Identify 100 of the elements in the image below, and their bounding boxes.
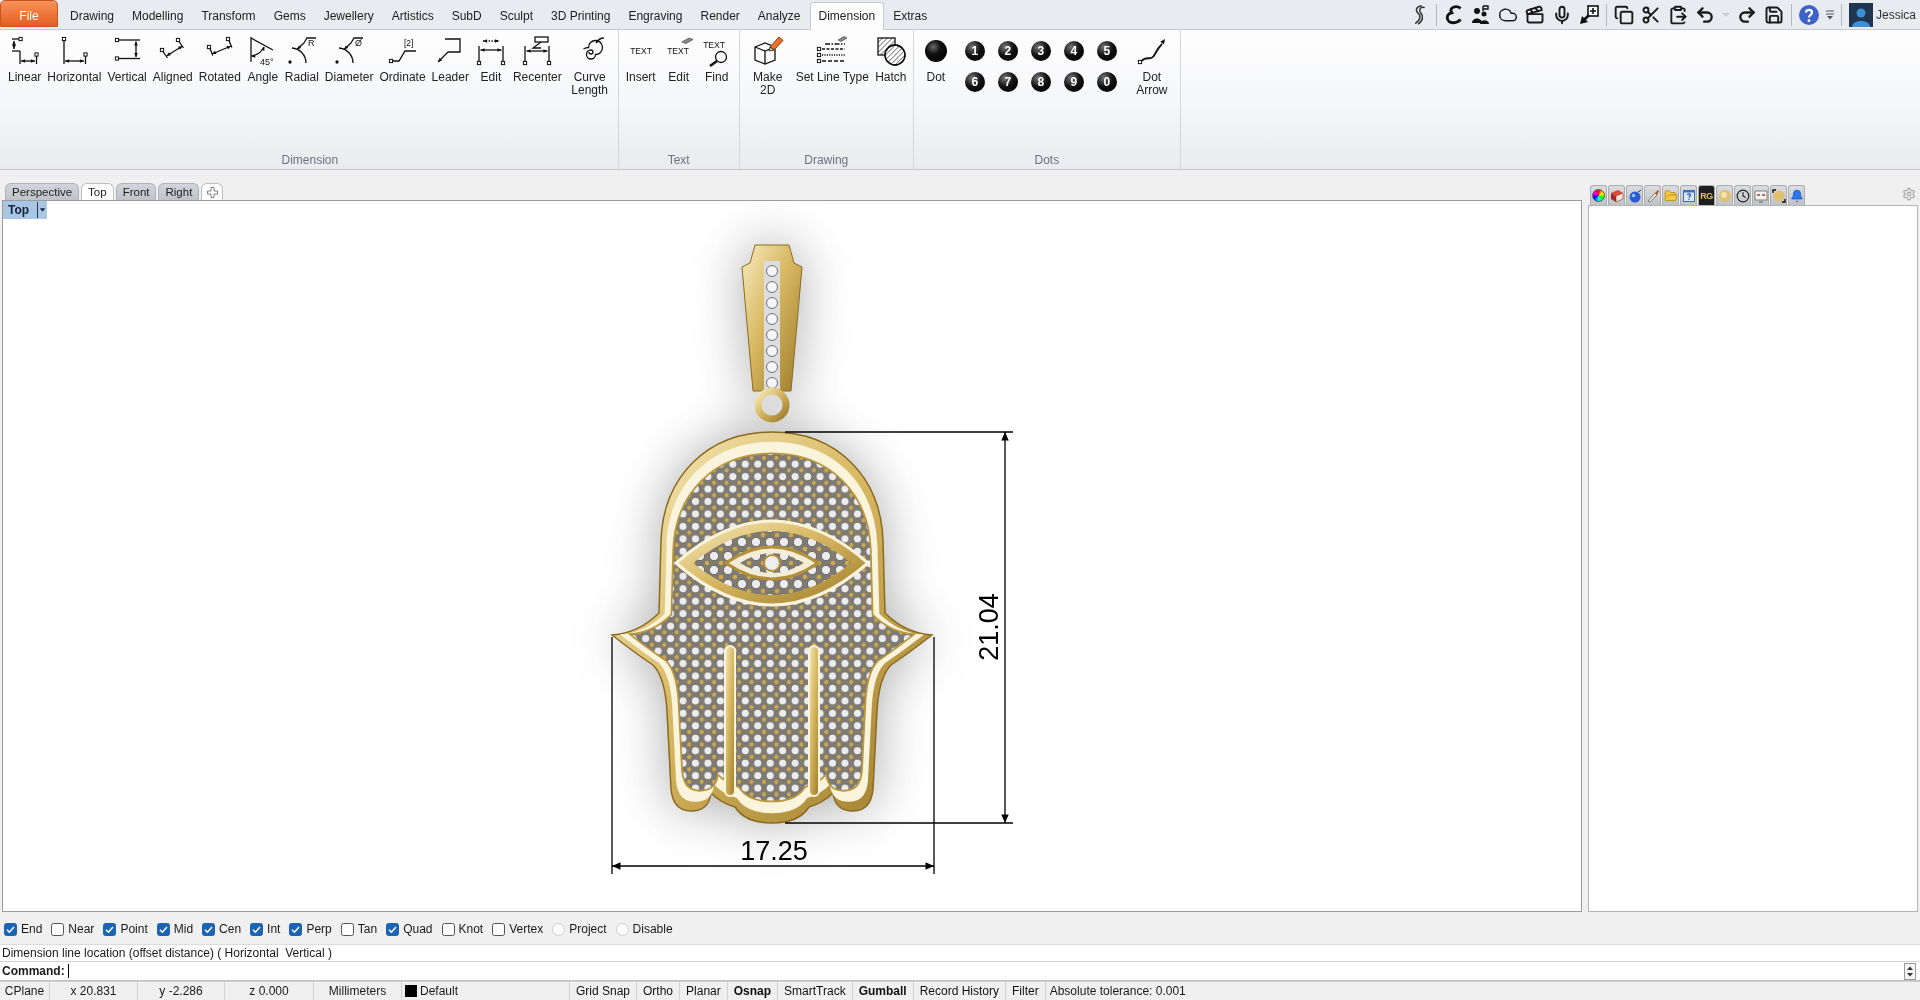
- numbered-dot-button[interactable]: 4: [1063, 41, 1084, 61]
- ribbon-button[interactable]: Leader: [428, 35, 472, 84]
- color-wheel-icon[interactable]: [1590, 185, 1607, 205]
- clapperboard-icon[interactable]: [1525, 4, 1545, 25]
- ribbon-button[interactable]: [2] Ordinate: [376, 35, 429, 84]
- menu-tab[interactable]: Extras: [884, 2, 937, 30]
- osnap-option[interactable]: Tan: [340, 922, 378, 936]
- add-cursor-icon[interactable]: [1579, 4, 1599, 25]
- checkbox[interactable]: [4, 922, 17, 936]
- ribbon-button[interactable]: Hatch: [871, 35, 910, 84]
- bell-icon[interactable]: [1788, 185, 1805, 205]
- status-toggle[interactable]: Osnap: [727, 982, 779, 1000]
- status-toggle[interactable]: Planar: [680, 982, 728, 1000]
- osnap-option[interactable]: Point: [103, 922, 148, 936]
- spin-arrows-icon[interactable]: [1904, 962, 1916, 980]
- numbered-dot-button[interactable]: 7: [997, 72, 1018, 92]
- osnap-option[interactable]: Disable: [615, 922, 673, 936]
- ribbon-button[interactable]: Recenter: [509, 35, 565, 84]
- osnap-option[interactable]: Cen: [202, 922, 242, 936]
- viewport-title-tab[interactable]: Top: [3, 201, 48, 219]
- osnap-option[interactable]: End: [4, 922, 43, 936]
- help-icon[interactable]: [1799, 4, 1819, 25]
- undo-icon[interactable]: [1695, 4, 1715, 25]
- menu-tab[interactable]: Analyze: [748, 2, 810, 30]
- clock-icon[interactable]: [1734, 185, 1751, 205]
- ribbon-button[interactable]: Curve Length: [564, 35, 615, 97]
- ribbon-button[interactable]: TEXT Insert: [621, 35, 660, 84]
- copy-icon[interactable]: [1614, 4, 1634, 25]
- add-viewport-tab[interactable]: [201, 183, 224, 200]
- osnap-option[interactable]: Knot: [441, 922, 484, 936]
- checkbox[interactable]: [103, 922, 117, 936]
- menu-tab[interactable]: Render: [691, 2, 749, 30]
- status-toggle[interactable]: Grid Snap: [570, 982, 638, 1000]
- ribbon-button[interactable]: Dot Arrow: [1126, 35, 1177, 97]
- paste-icon[interactable]: [1668, 4, 1688, 25]
- avatar-icon[interactable]: [1849, 2, 1873, 27]
- ribbon-button[interactable]: Make 2D: [742, 35, 793, 97]
- microphone-icon[interactable]: [1552, 4, 1572, 25]
- viewport-canvas[interactable]: 21.04 17.25 Top: [2, 200, 1582, 912]
- ribbon-button[interactable]: Edit: [471, 35, 510, 84]
- menu-tab[interactable]: Artistics: [382, 2, 443, 30]
- menu-tab[interactable]: Dimension: [809, 2, 885, 30]
- book-icon[interactable]: [1608, 185, 1625, 205]
- ribbon-button[interactable]: TEXT Edit: [659, 35, 698, 84]
- viewport-tab[interactable]: Top: [81, 183, 114, 200]
- ribbon-button[interactable]: Vertical: [104, 35, 150, 84]
- osnap-option[interactable]: Vertex: [492, 922, 544, 936]
- menu-tab[interactable]: Transform: [192, 2, 265, 30]
- menu-tab[interactable]: Sculpt: [490, 2, 543, 30]
- round-checkbox[interactable]: [615, 922, 629, 936]
- checkbox[interactable]: [340, 922, 354, 936]
- ribbon-button[interactable]: Rotated: [195, 35, 244, 84]
- layer-name[interactable]: Default: [420, 984, 459, 998]
- numbered-dot-button[interactable]: 2: [997, 41, 1018, 61]
- ribbon-button[interactable]: R Radial: [281, 35, 322, 84]
- brush-icon[interactable]: [1644, 185, 1661, 205]
- menu-tab[interactable]: Drawing: [61, 2, 123, 30]
- numbered-dot-button[interactable]: 0: [1096, 72, 1117, 92]
- ribbon-button[interactable]: TEXT Find: [697, 35, 736, 84]
- save-icon[interactable]: [1764, 4, 1784, 25]
- osnap-option[interactable]: Quad: [386, 922, 433, 936]
- scissors-icon[interactable]: [1641, 4, 1661, 25]
- numbered-dot-button[interactable]: 3: [1030, 41, 1051, 61]
- osnap-option[interactable]: Int: [250, 922, 281, 936]
- menu-tab[interactable]: Modelling: [123, 2, 193, 30]
- ribbon-button[interactable]: 45° Angle: [243, 35, 282, 84]
- menu-tab[interactable]: Jewellery: [314, 2, 383, 30]
- checkbox[interactable]: [289, 922, 303, 936]
- people-icon[interactable]: [1471, 4, 1491, 25]
- overflow-icon[interactable]: [1826, 9, 1834, 20]
- checkbox[interactable]: [492, 922, 506, 936]
- numbered-dot-button[interactable]: 1: [964, 41, 985, 61]
- ribbon-button[interactable]: Dot: [916, 35, 955, 84]
- numbered-dot-button[interactable]: 5: [1096, 41, 1117, 61]
- osnap-option[interactable]: Perp: [289, 922, 332, 936]
- status-toggle[interactable]: Ortho: [637, 982, 681, 1000]
- menu-tab[interactable]: SubD: [442, 2, 491, 30]
- numbered-dot-button[interactable]: 6: [964, 72, 985, 92]
- viewport-tab[interactable]: Right: [158, 183, 200, 200]
- round-checkbox[interactable]: [552, 922, 566, 936]
- menu-tab[interactable]: Engraving: [619, 2, 692, 30]
- checkbox[interactable]: [156, 922, 170, 936]
- numbered-dot-button[interactable]: 8: [1030, 72, 1051, 92]
- numbered-dot-button[interactable]: 9: [1063, 72, 1084, 92]
- logo-tab[interactable]: RG: [1698, 185, 1715, 205]
- units-label[interactable]: Millimeters: [328, 984, 387, 998]
- ribbon-button[interactable]: Linear: [5, 35, 45, 84]
- help-window-icon[interactable]: [1680, 185, 1697, 205]
- menu-tab[interactable]: Gems: [264, 2, 315, 30]
- status-toggle[interactable]: Record History: [913, 982, 1006, 1000]
- ribbon-button[interactable]: Ø Diameter: [321, 35, 377, 84]
- framed-disc-icon[interactable]: [1770, 185, 1787, 205]
- viewport-tab[interactable]: Perspective: [5, 183, 80, 200]
- checkbox[interactable]: [202, 922, 216, 936]
- user-name[interactable]: Jessica: [1876, 7, 1916, 22]
- layer-color-swatch[interactable]: [405, 985, 417, 997]
- checkbox[interactable]: [386, 922, 400, 936]
- status-toggle[interactable]: Filter: [1006, 982, 1046, 1000]
- osnap-option[interactable]: Near: [51, 922, 95, 936]
- checkbox[interactable]: [250, 922, 264, 936]
